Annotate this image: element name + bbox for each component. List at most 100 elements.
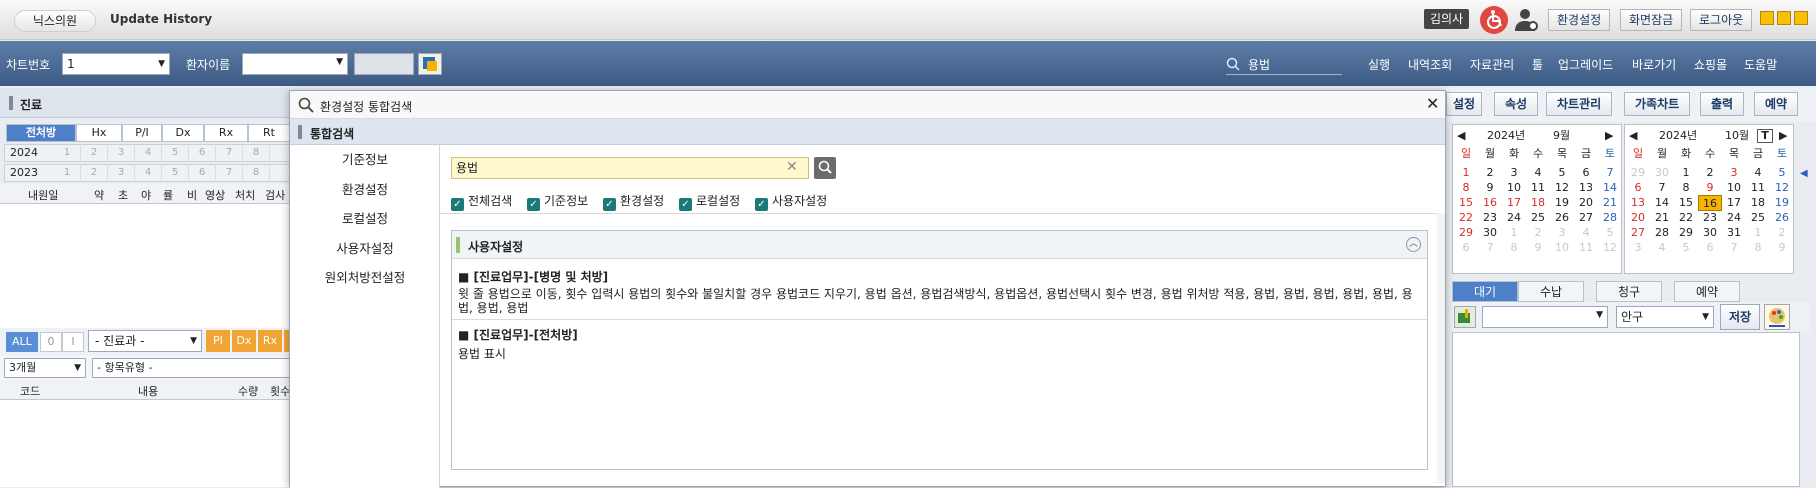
cal-day[interactable]: 6 bbox=[1574, 165, 1598, 181]
cal-day[interactable]: 8 bbox=[1502, 240, 1526, 256]
month-num[interactable]: 3 bbox=[108, 144, 135, 162]
close-window-icon[interactable] bbox=[1794, 11, 1808, 25]
cal-day[interactable]: 14 bbox=[1650, 195, 1674, 211]
item-type-select[interactable]: - 항목유형 - bbox=[92, 358, 290, 378]
cal-day[interactable]: 10 bbox=[1722, 180, 1746, 196]
nav-base-info[interactable]: 기준정보 bbox=[290, 149, 440, 168]
add-patient-icon[interactable] bbox=[1454, 306, 1476, 328]
period-select[interactable]: 3개월 ▼ bbox=[4, 358, 86, 378]
cal-day[interactable]: 11 bbox=[1746, 180, 1770, 196]
collapse-arrow-icon[interactable]: ◀ bbox=[1800, 168, 1808, 179]
dialog-search-input[interactable]: 용법 bbox=[451, 157, 809, 179]
prev-month-icon[interactable]: ◀ bbox=[1457, 127, 1465, 145]
col-image[interactable]: 영상 bbox=[205, 187, 225, 203]
cal-day[interactable]: 4 bbox=[1650, 240, 1674, 256]
tab-pi[interactable]: P/I bbox=[122, 124, 162, 142]
col-first[interactable]: 초 bbox=[118, 187, 128, 203]
cal-day[interactable]: 2 bbox=[1526, 225, 1550, 241]
col-rate[interactable]: 률 bbox=[163, 187, 173, 203]
user-settings-icon[interactable] bbox=[1513, 7, 1539, 33]
menu-history[interactable]: 내역조회 bbox=[1408, 56, 1452, 73]
nav-outpatient-rx-settings[interactable]: 원외처방전설정 bbox=[290, 267, 440, 286]
cal-day[interactable]: 24 bbox=[1722, 210, 1746, 226]
cal-day[interactable]: 2 bbox=[1770, 225, 1794, 241]
cal-day[interactable]: 17 bbox=[1722, 195, 1746, 211]
code-list[interactable] bbox=[0, 400, 290, 487]
cal-day[interactable]: 5 bbox=[1550, 165, 1574, 181]
tab-prev-rx[interactable]: 전처방 bbox=[6, 124, 76, 142]
month-num[interactable]: 6 bbox=[189, 164, 216, 182]
cal-day[interactable]: 23 bbox=[1478, 210, 1502, 226]
month-num[interactable]: 8 bbox=[243, 164, 270, 182]
filter-rx-tab[interactable]: Rx bbox=[258, 330, 282, 352]
cal-day[interactable]: 12 bbox=[1598, 240, 1622, 256]
settings-button[interactable]: 환경설정 bbox=[1548, 9, 1611, 31]
nav-local-settings[interactable]: 로컬설정 bbox=[290, 208, 440, 227]
cal-day[interactable]: 7 bbox=[1598, 165, 1622, 181]
cal-day[interactable]: 26 bbox=[1770, 210, 1794, 226]
cal-day[interactable]: 19 bbox=[1550, 195, 1574, 211]
visit-list[interactable] bbox=[0, 204, 290, 328]
cal-day[interactable]: 9 bbox=[1770, 240, 1794, 256]
patient-name-select[interactable]: ▼ bbox=[242, 53, 348, 75]
cal-day[interactable]: 21 bbox=[1650, 210, 1674, 226]
cal-day[interactable]: 19 bbox=[1770, 195, 1794, 211]
tab-dx[interactable]: Dx bbox=[162, 124, 204, 142]
cal-day[interactable]: 12 bbox=[1770, 180, 1794, 196]
filter-all-tab[interactable]: ALL bbox=[6, 332, 38, 352]
cal-day[interactable]: 7 bbox=[1650, 180, 1674, 196]
cal-day[interactable]: 3 bbox=[1502, 165, 1526, 181]
cal-day[interactable]: 24 bbox=[1502, 210, 1526, 226]
result-item-title[interactable]: ■ [진료업무]-[병명 및 처방] bbox=[458, 268, 608, 285]
cal-day[interactable]: 25 bbox=[1746, 210, 1770, 226]
tab-claim[interactable]: 청구 bbox=[1596, 281, 1662, 302]
cal-day[interactable]: 20 bbox=[1574, 195, 1598, 211]
search-button[interactable] bbox=[814, 157, 836, 179]
cal-day[interactable]: 9 bbox=[1698, 180, 1722, 196]
clear-icon[interactable]: ✕ bbox=[786, 159, 798, 175]
cal-day[interactable]: 26 bbox=[1550, 210, 1574, 226]
chart-manage-button[interactable]: 차트관리 bbox=[1546, 92, 1613, 116]
filter-pi-tab[interactable]: PI bbox=[206, 330, 230, 352]
cal-day[interactable]: 11 bbox=[1526, 180, 1550, 196]
cal-day[interactable]: 3 bbox=[1722, 165, 1746, 181]
filter-dx-tab[interactable]: Dx bbox=[232, 330, 256, 352]
cal-day[interactable]: 11 bbox=[1574, 240, 1598, 256]
cal-day[interactable]: 20 bbox=[1626, 210, 1650, 226]
tab-waiting[interactable]: 대기 bbox=[1452, 281, 1518, 302]
col-med[interactable]: 약 bbox=[94, 187, 104, 203]
cal-day[interactable]: 14 bbox=[1598, 180, 1622, 196]
waiting-list[interactable] bbox=[1452, 332, 1800, 487]
col-count[interactable]: 횟수 bbox=[270, 383, 290, 399]
waiting-room-select[interactable]: ▼ bbox=[1482, 306, 1608, 328]
cal-day[interactable]: 5 bbox=[1598, 225, 1622, 241]
screen-lock-button[interactable]: 화면잠금 bbox=[1620, 9, 1683, 31]
month-num[interactable]: 5 bbox=[162, 144, 189, 162]
cal-day[interactable]: 6 bbox=[1454, 240, 1478, 256]
month-num[interactable]: 2 bbox=[81, 144, 108, 162]
menu-search-input[interactable]: 용법 bbox=[1226, 53, 1342, 75]
col-content[interactable]: 내용 bbox=[138, 383, 158, 399]
close-icon[interactable]: ✕ bbox=[1426, 94, 1439, 113]
cal-day[interactable]: 16 bbox=[1478, 195, 1502, 211]
cal-day[interactable]: 3 bbox=[1550, 225, 1574, 241]
cal-day[interactable]: 21 bbox=[1598, 195, 1622, 211]
cal-day[interactable]: 2 bbox=[1698, 165, 1722, 181]
cal-day[interactable]: 15 bbox=[1454, 195, 1478, 211]
family-chart-button[interactable]: 가족차트 bbox=[1624, 92, 1691, 116]
check-all[interactable]: ✓ 전체검색 bbox=[451, 192, 512, 211]
cal-day[interactable]: 28 bbox=[1650, 225, 1674, 241]
cal-day[interactable]: 27 bbox=[1574, 210, 1598, 226]
setup-button[interactable]: 설정 bbox=[1446, 92, 1483, 116]
check-user-settings[interactable]: ✓ 사용자설정 bbox=[755, 192, 827, 211]
cal-day[interactable]: 28 bbox=[1598, 210, 1622, 226]
cal-day[interactable]: 4 bbox=[1746, 165, 1770, 181]
filter-zero-tab[interactable]: 0 bbox=[40, 332, 62, 352]
cal-day[interactable]: 17 bbox=[1502, 195, 1526, 211]
cal-day[interactable]: 27 bbox=[1626, 225, 1650, 241]
department-select[interactable]: - 진료과 - ▼ bbox=[88, 330, 202, 352]
result-group-header[interactable]: 사용자설정 ︿ bbox=[452, 231, 1427, 259]
cal-day[interactable]: 6 bbox=[1698, 240, 1722, 256]
user-badge[interactable]: 김의사 bbox=[1424, 9, 1470, 29]
cal-day[interactable]: 15 bbox=[1674, 195, 1698, 211]
